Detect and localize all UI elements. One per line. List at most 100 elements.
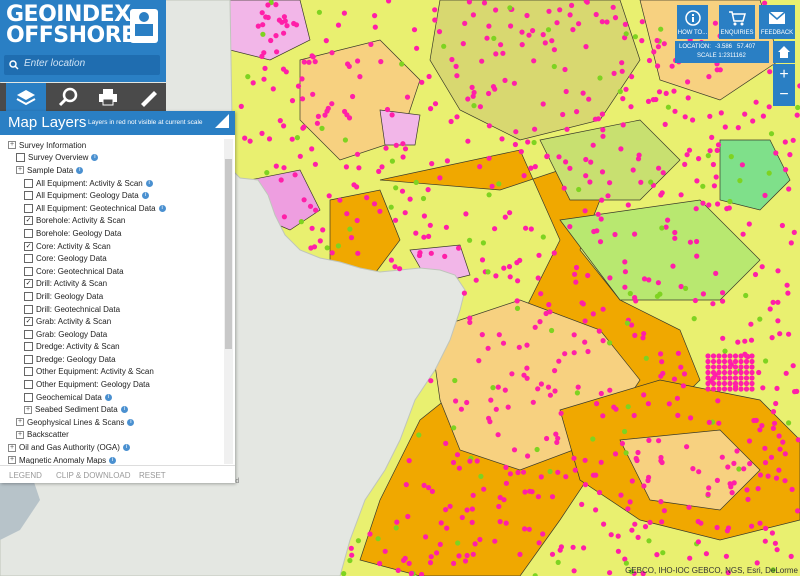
zoom-out-button[interactable]: −	[773, 84, 795, 106]
layer-info-icon[interactable]: i	[120, 406, 128, 414]
layer-checkbox[interactable]	[24, 342, 33, 352]
layer-item[interactable]: All Equipment: Geotechnical Data i	[8, 202, 220, 215]
layer-checkbox[interactable]	[24, 367, 33, 377]
layer-checkbox[interactable]	[24, 380, 33, 390]
layer-checkbox[interactable]	[24, 392, 33, 402]
layer-item[interactable]: ✓ Drill: Activity & Scan	[8, 278, 220, 291]
layer-item[interactable]: Other Equipment: Geology Data	[8, 378, 220, 391]
layer-item[interactable]: + Seabed Sediment Data i	[8, 403, 220, 416]
layer-info-icon[interactable]: i	[122, 444, 130, 452]
ruler-icon	[141, 91, 157, 107]
tree-scrollbar[interactable]	[224, 139, 233, 464]
expand-toggle-icon[interactable]: +	[16, 166, 24, 175]
reset-button[interactable]: RESET	[139, 471, 166, 480]
layer-checkbox[interactable]	[24, 291, 33, 301]
layer-checkbox[interactable]	[24, 304, 33, 314]
layer-label: Drill: Activity & Scan	[36, 279, 108, 289]
layer-checkbox[interactable]	[24, 329, 33, 339]
measure-tool-button[interactable]	[128, 83, 168, 111]
search-input[interactable]: Enter location	[24, 58, 85, 69]
layer-checkbox[interactable]	[24, 254, 33, 264]
layer-item[interactable]: Other Equipment: Activity & Scan	[8, 366, 220, 379]
expand-toggle-icon[interactable]: +	[8, 443, 16, 452]
layer-checkbox[interactable]	[24, 203, 33, 213]
layer-label: Other Equipment: Geology Data	[36, 380, 150, 390]
location-y: 57.407	[737, 44, 756, 50]
layer-label: Drill: Geology Data	[36, 291, 104, 301]
location-label: LOCATION:	[679, 44, 711, 50]
layer-label: Core: Geotechnical Data	[36, 266, 124, 276]
scrollbar-thumb[interactable]	[225, 159, 232, 349]
search-tool-button[interactable]	[48, 83, 88, 111]
layers-tool-button[interactable]	[6, 83, 46, 111]
clip-download-tab[interactable]: CLIP & DOWNLOAD	[56, 471, 131, 480]
layer-item[interactable]: Borehole: Geology Data	[8, 227, 220, 240]
layer-checkbox[interactable]: ✓	[24, 279, 33, 289]
layer-checkbox[interactable]	[16, 153, 25, 163]
layer-item[interactable]: ✓ Core: Activity & Scan	[8, 240, 220, 253]
layer-item[interactable]: + Geophysical Lines & Scans i	[8, 416, 220, 429]
layer-info-icon[interactable]: i	[91, 154, 99, 162]
layer-info-icon[interactable]: i	[104, 393, 112, 401]
brand-line-2: OFFSHORE	[6, 23, 136, 48]
layer-info-icon[interactable]: i	[76, 166, 84, 174]
layer-item[interactable]: + Survey Information	[8, 139, 220, 152]
layer-info-icon[interactable]: i	[145, 179, 153, 187]
expand-toggle-icon[interactable]: +	[24, 405, 32, 414]
tool-bar	[0, 83, 166, 111]
enquiries-label: ENQUIRIES	[720, 30, 754, 36]
layer-item[interactable]: Drill: Geotechnical Data	[8, 303, 220, 316]
zoom-in-button[interactable]: +	[773, 64, 795, 86]
layer-item[interactable]: + Backscatter	[8, 429, 220, 442]
layer-item[interactable]: + Magnetic Anomaly Maps i	[8, 454, 220, 464]
home-button[interactable]	[773, 41, 795, 63]
layer-item[interactable]: Dredge: Geology Data	[8, 353, 220, 366]
search-box[interactable]: Enter location	[4, 55, 160, 75]
layer-checkbox[interactable]: ✓	[24, 317, 33, 327]
layer-label: Backscatter	[27, 430, 69, 440]
print-tool-button[interactable]	[88, 83, 128, 111]
layer-item[interactable]: Core: Geology Data	[8, 252, 220, 265]
layer-item[interactable]: Survey Overview i	[8, 152, 220, 165]
layer-checkbox[interactable]: ✓	[24, 241, 33, 251]
expand-toggle-icon[interactable]: +	[8, 456, 16, 464]
expand-toggle-icon[interactable]: +	[8, 141, 16, 150]
bgs-logo-icon	[130, 9, 158, 43]
layer-label: Magnetic Anomaly Maps	[19, 455, 107, 464]
expand-toggle-icon[interactable]: +	[16, 418, 24, 427]
layer-checkbox[interactable]	[24, 228, 33, 238]
legend-tab[interactable]: LEGEND	[9, 471, 42, 480]
layer-item[interactable]: + Oil and Gas Authority (OGA) i	[8, 441, 220, 454]
layer-item[interactable]: Drill: Geology Data	[8, 290, 220, 303]
layer-label: Survey Overview	[28, 153, 89, 163]
layer-info-icon[interactable]: i	[127, 418, 135, 426]
layer-item[interactable]: Geochemical Data i	[8, 391, 220, 404]
layer-item[interactable]: All Equipment: Activity & Scan i	[8, 177, 220, 190]
layer-label: All Equipment: Geotechnical Data	[36, 203, 156, 213]
layer-checkbox[interactable]	[24, 191, 33, 201]
layer-info-icon[interactable]: i	[141, 192, 149, 200]
layer-item[interactable]: + Sample Data i	[8, 164, 220, 177]
layer-info-icon[interactable]: i	[109, 456, 117, 464]
layer-item[interactable]: Core: Geotechnical Data	[8, 265, 220, 278]
enquiries-button[interactable]: ENQUIRIES	[719, 5, 755, 39]
location-x: -3.586	[715, 44, 733, 50]
layer-info-icon[interactable]: i	[158, 204, 166, 212]
expand-toggle-icon[interactable]: +	[16, 430, 24, 439]
collapse-panel-icon[interactable]	[215, 114, 229, 128]
layer-checkbox[interactable]	[24, 178, 33, 188]
layer-checkbox[interactable]	[24, 354, 33, 364]
layer-label: Sample Data	[27, 165, 74, 175]
layer-item[interactable]: Grab: Geology Data	[8, 328, 220, 341]
layer-label: Oil and Gas Authority (OGA)	[19, 443, 120, 453]
feedback-button[interactable]: FEEDBACK	[759, 5, 795, 39]
layer-item[interactable]: ✓ Borehole: Activity & Scan	[8, 215, 220, 228]
layer-item[interactable]: All Equipment: Geology Data i	[8, 189, 220, 202]
layer-item[interactable]: Dredge: Activity & Scan	[8, 341, 220, 354]
layer-checkbox[interactable]: ✓	[24, 216, 33, 226]
layer-item[interactable]: ✓ Grab: Activity & Scan	[8, 315, 220, 328]
scale-readout: SCALE 1:2311162	[697, 53, 746, 59]
search-icon	[9, 60, 19, 70]
layer-checkbox[interactable]	[24, 266, 33, 276]
how-to-button[interactable]: HOW TO...	[677, 5, 708, 39]
